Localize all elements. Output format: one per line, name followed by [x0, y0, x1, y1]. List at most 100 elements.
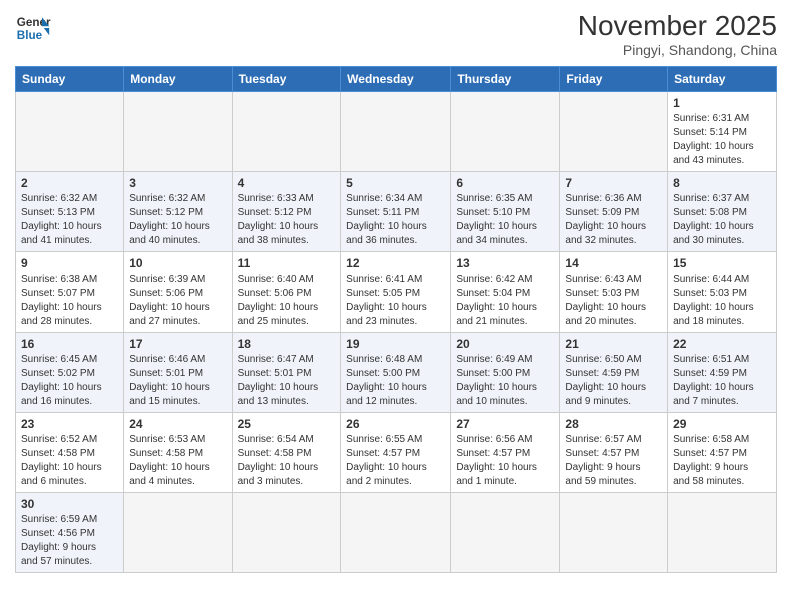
calendar-cell	[451, 92, 560, 172]
day-number: 17	[129, 336, 226, 352]
calendar-cell	[16, 92, 124, 172]
day-number: 19	[346, 336, 445, 352]
day-number: 25	[238, 416, 336, 432]
calendar-cell: 30Sunrise: 6:59 AM Sunset: 4:56 PM Dayli…	[16, 492, 124, 572]
day-info: Sunrise: 6:58 AM Sunset: 4:57 PM Dayligh…	[673, 433, 771, 489]
day-info: Sunrise: 6:57 AM Sunset: 4:57 PM Dayligh…	[565, 433, 662, 489]
day-info: Sunrise: 6:35 AM Sunset: 5:10 PM Dayligh…	[456, 192, 554, 248]
day-number: 12	[346, 255, 445, 271]
calendar-cell	[560, 92, 668, 172]
day-number: 11	[238, 255, 336, 271]
day-number: 27	[456, 416, 554, 432]
day-number: 3	[129, 175, 226, 191]
calendar-week-row: 2Sunrise: 6:32 AM Sunset: 5:13 PM Daylig…	[16, 172, 777, 252]
day-number: 2	[21, 175, 118, 191]
calendar-cell: 27Sunrise: 6:56 AM Sunset: 4:57 PM Dayli…	[451, 412, 560, 492]
header-tuesday: Tuesday	[232, 67, 341, 92]
logo-area: General Blue	[15, 10, 51, 46]
day-info: Sunrise: 6:32 AM Sunset: 5:13 PM Dayligh…	[21, 192, 118, 248]
day-info: Sunrise: 6:41 AM Sunset: 5:05 PM Dayligh…	[346, 273, 445, 329]
day-number: 10	[129, 255, 226, 271]
calendar-cell	[668, 492, 777, 572]
day-number: 9	[21, 255, 118, 271]
day-number: 4	[238, 175, 336, 191]
calendar-cell	[232, 92, 341, 172]
calendar-cell: 28Sunrise: 6:57 AM Sunset: 4:57 PM Dayli…	[560, 412, 668, 492]
calendar-cell: 26Sunrise: 6:55 AM Sunset: 4:57 PM Dayli…	[341, 412, 451, 492]
day-info: Sunrise: 6:39 AM Sunset: 5:06 PM Dayligh…	[129, 273, 226, 329]
day-number: 15	[673, 255, 771, 271]
calendar-cell: 4Sunrise: 6:33 AM Sunset: 5:12 PM Daylig…	[232, 172, 341, 252]
day-info: Sunrise: 6:33 AM Sunset: 5:12 PM Dayligh…	[238, 192, 336, 248]
day-number: 6	[456, 175, 554, 191]
day-info: Sunrise: 6:50 AM Sunset: 4:59 PM Dayligh…	[565, 353, 662, 409]
calendar-cell: 8Sunrise: 6:37 AM Sunset: 5:08 PM Daylig…	[668, 172, 777, 252]
location-subtitle: Pingyi, Shandong, China	[578, 42, 777, 58]
calendar-cell: 15Sunrise: 6:44 AM Sunset: 5:03 PM Dayli…	[668, 252, 777, 332]
calendar-week-row: 9 Sunrise: 6:38 AM Sunset: 5:07 PM Daylig…	[16, 252, 777, 332]
calendar-cell: 14Sunrise: 6:43 AM Sunset: 5:03 PM Dayli…	[560, 252, 668, 332]
day-info: Sunrise: 6:51 AM Sunset: 4:59 PM Dayligh…	[673, 353, 771, 409]
day-info: Sunrise: 6:53 AM Sunset: 4:58 PM Dayligh…	[129, 433, 226, 489]
logo-icon: General Blue	[15, 10, 51, 46]
calendar-cell: 2Sunrise: 6:32 AM Sunset: 5:13 PM Daylig…	[16, 172, 124, 252]
calendar-cell	[560, 492, 668, 572]
day-info: Sunrise: 6:38 AM Sunset: 5:07 PM Dayligh…	[21, 273, 118, 329]
day-number: 30	[21, 496, 118, 512]
day-info: Sunrise: 6:49 AM Sunset: 5:00 PM Dayligh…	[456, 353, 554, 409]
day-info: Sunrise: 6:47 AM Sunset: 5:01 PM Dayligh…	[238, 353, 336, 409]
day-info: Sunrise: 6:37 AM Sunset: 5:08 PM Dayligh…	[673, 192, 771, 248]
calendar-cell	[124, 492, 232, 572]
day-number: 7	[565, 175, 662, 191]
day-info: Sunrise: 6:32 AM Sunset: 5:12 PM Dayligh…	[129, 192, 226, 248]
day-number: 13	[456, 255, 554, 271]
calendar-cell: 21Sunrise: 6:50 AM Sunset: 4:59 PM Dayli…	[560, 332, 668, 412]
day-info: Sunrise: 6:34 AM Sunset: 5:11 PM Dayligh…	[346, 192, 445, 248]
day-info: Sunrise: 6:36 AM Sunset: 5:09 PM Dayligh…	[565, 192, 662, 248]
calendar-cell	[232, 492, 341, 572]
calendar-cell: 1Sunrise: 6:31 AM Sunset: 5:14 PM Daylig…	[668, 92, 777, 172]
weekday-header-row: Sunday Monday Tuesday Wednesday Thursday…	[16, 67, 777, 92]
calendar-cell: 3Sunrise: 6:32 AM Sunset: 5:12 PM Daylig…	[124, 172, 232, 252]
day-number: 24	[129, 416, 226, 432]
day-number: 22	[673, 336, 771, 352]
calendar-week-row: 30Sunrise: 6:59 AM Sunset: 4:56 PM Dayli…	[16, 492, 777, 572]
title-area: November 2025 Pingyi, Shandong, China	[578, 10, 777, 58]
calendar-cell: 11Sunrise: 6:40 AM Sunset: 5:06 PM Dayli…	[232, 252, 341, 332]
day-info: Sunrise: 6:42 AM Sunset: 5:04 PM Dayligh…	[456, 273, 554, 329]
calendar-cell: 5Sunrise: 6:34 AM Sunset: 5:11 PM Daylig…	[341, 172, 451, 252]
calendar-cell: 10 Sunrise: 6:39 AM Sunset: 5:06 PM Dayli…	[124, 252, 232, 332]
day-info: Sunrise: 6:55 AM Sunset: 4:57 PM Dayligh…	[346, 433, 445, 489]
header-wednesday: Wednesday	[341, 67, 451, 92]
day-info: Sunrise: 6:31 AM Sunset: 5:14 PM Dayligh…	[673, 112, 771, 168]
calendar-cell	[341, 92, 451, 172]
day-number: 28	[565, 416, 662, 432]
calendar-cell: 22Sunrise: 6:51 AM Sunset: 4:59 PM Dayli…	[668, 332, 777, 412]
day-number: 14	[565, 255, 662, 271]
calendar-week-row: 16Sunrise: 6:45 AM Sunset: 5:02 PM Dayli…	[16, 332, 777, 412]
calendar-table: Sunday Monday Tuesday Wednesday Thursday…	[15, 66, 777, 573]
day-info: Sunrise: 6:46 AM Sunset: 5:01 PM Dayligh…	[129, 353, 226, 409]
header-monday: Monday	[124, 67, 232, 92]
calendar-cell: 20Sunrise: 6:49 AM Sunset: 5:00 PM Dayli…	[451, 332, 560, 412]
day-number: 29	[673, 416, 771, 432]
calendar-cell	[451, 492, 560, 572]
calendar-cell: 6Sunrise: 6:35 AM Sunset: 5:10 PM Daylig…	[451, 172, 560, 252]
day-number: 23	[21, 416, 118, 432]
calendar-week-row: 23Sunrise: 6:52 AM Sunset: 4:58 PM Dayli…	[16, 412, 777, 492]
day-number: 26	[346, 416, 445, 432]
calendar-cell	[341, 492, 451, 572]
calendar-cell: 23Sunrise: 6:52 AM Sunset: 4:58 PM Dayli…	[16, 412, 124, 492]
header-sunday: Sunday	[16, 67, 124, 92]
calendar-cell: 9 Sunrise: 6:38 AM Sunset: 5:07 PM Daylig…	[16, 252, 124, 332]
calendar-cell: 12 Sunrise: 6:41 AM Sunset: 5:05 PM Dayli…	[341, 252, 451, 332]
calendar-cell: 16Sunrise: 6:45 AM Sunset: 5:02 PM Dayli…	[16, 332, 124, 412]
day-info: Sunrise: 6:52 AM Sunset: 4:58 PM Dayligh…	[21, 433, 118, 489]
header-friday: Friday	[560, 67, 668, 92]
calendar-cell: 18Sunrise: 6:47 AM Sunset: 5:01 PM Dayli…	[232, 332, 341, 412]
day-info: Sunrise: 6:56 AM Sunset: 4:57 PM Dayligh…	[456, 433, 554, 489]
day-number: 18	[238, 336, 336, 352]
day-info: Sunrise: 6:48 AM Sunset: 5:00 PM Dayligh…	[346, 353, 445, 409]
calendar-cell: 13 Sunrise: 6:42 AM Sunset: 5:04 PM Dayli…	[451, 252, 560, 332]
header-thursday: Thursday	[451, 67, 560, 92]
